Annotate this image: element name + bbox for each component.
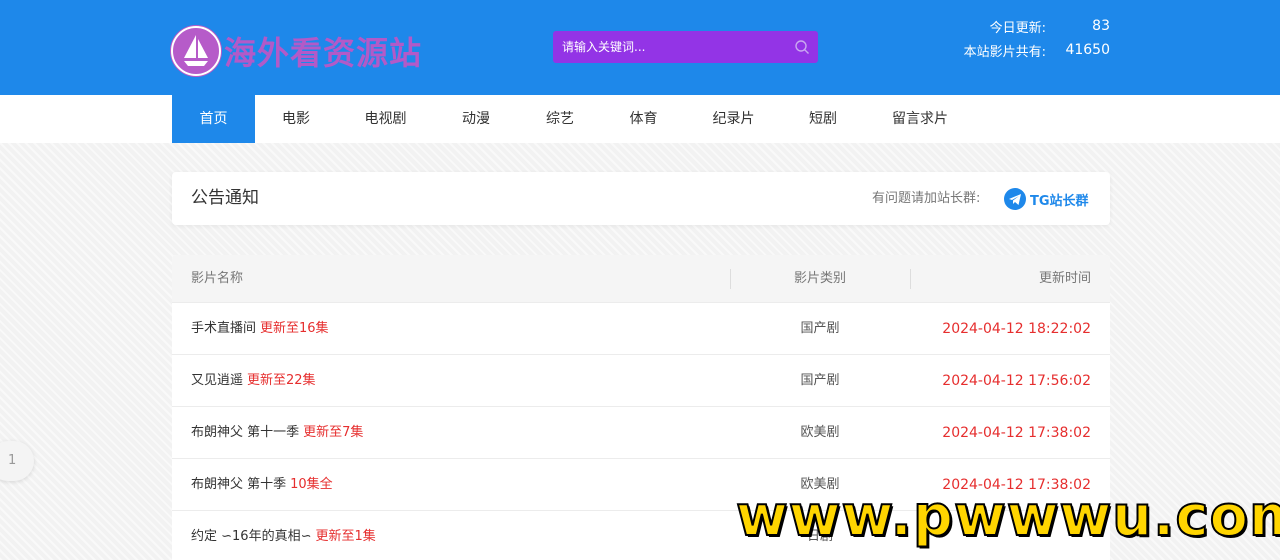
total-films-label: 本站影片共有: bbox=[963, 44, 1046, 60]
notice-hint: 有问题请加站长群: bbox=[872, 191, 981, 206]
nav-item-variety[interactable]: 综艺 bbox=[518, 95, 602, 143]
today-updates-label: 今日更新: bbox=[989, 20, 1046, 36]
nav-item-request[interactable]: 留言求片 bbox=[864, 95, 976, 143]
site-logo-text: 海外看资源站 bbox=[224, 34, 423, 72]
table-row: 布朗神父 第十一季 更新至7集 欧美剧 2024-04-12 17:38:02 bbox=[172, 407, 1110, 459]
total-films-stat: 本站影片共有: 41650 bbox=[930, 38, 1120, 62]
film-title-link[interactable]: 布朗神父 第十一季 更新至7集 bbox=[191, 407, 363, 459]
total-films-value: 41650 bbox=[1065, 42, 1110, 58]
telegram-icon bbox=[1004, 188, 1026, 210]
search-input[interactable] bbox=[553, 31, 783, 63]
tg-group-link[interactable]: TG站长群 bbox=[1004, 186, 1089, 212]
film-title-link[interactable]: 又见逍遥 更新至22集 bbox=[191, 355, 316, 407]
today-updates-stat: 今日更新: 83 bbox=[930, 14, 1120, 38]
film-update-time: 2024-04-12 17:56:02 bbox=[942, 373, 1091, 389]
watermark-text: www.pwwwu.com bbox=[735, 484, 1280, 549]
search-box bbox=[553, 31, 818, 63]
nav-item-anime[interactable]: 动漫 bbox=[434, 95, 518, 143]
main-nav: 首页 电影 电视剧 动漫 综艺 体育 纪录片 短剧 留言求片 bbox=[0, 95, 1280, 143]
column-divider bbox=[910, 269, 911, 289]
site-stats: 今日更新: 83 本站影片共有: 41650 bbox=[930, 14, 1120, 74]
film-name: 布朗神父 第十一季 bbox=[191, 425, 300, 440]
col-header-category: 影片类别 bbox=[793, 271, 846, 286]
site-header: 海外看资源站 今日更新: 83 本站影片共有: 41650 bbox=[0, 0, 1280, 95]
table-row: 又见逍遥 更新至22集 国产剧 2024-04-12 17:56:02 bbox=[172, 355, 1110, 407]
nav-item-movies[interactable]: 电影 bbox=[255, 95, 337, 143]
floating-page-indicator[interactable]: 1 bbox=[0, 441, 34, 481]
film-update-status: 更新至22集 bbox=[247, 373, 316, 388]
nav-item-home[interactable]: 首页 bbox=[172, 95, 255, 143]
film-update-status: 更新至1集 bbox=[315, 529, 376, 544]
table-header: 影片名称 影片类别 更新时间 bbox=[172, 255, 1110, 303]
film-name: 手术直播间 bbox=[191, 321, 257, 336]
film-category: 国产剧 bbox=[800, 373, 840, 388]
nav-item-short-drama[interactable]: 短剧 bbox=[782, 95, 864, 143]
film-name: 又见逍遥 bbox=[191, 373, 244, 388]
film-category: 欧美剧 bbox=[800, 425, 840, 440]
nav-item-documentary[interactable]: 纪录片 bbox=[685, 95, 782, 143]
nav-item-tv-series[interactable]: 电视剧 bbox=[337, 95, 434, 143]
site-logo[interactable]: 海外看资源站 bbox=[170, 25, 450, 77]
film-update-time: 2024-04-12 18:22:02 bbox=[942, 321, 1091, 337]
film-update-time: 2024-04-12 17:38:02 bbox=[942, 425, 1091, 441]
film-update-status: 更新至7集 bbox=[303, 425, 364, 440]
film-title-link[interactable]: 手术直播间 更新至16集 bbox=[191, 303, 329, 355]
notice-panel: 公告通知 有问题请加站长群: TG站长群 bbox=[172, 172, 1110, 225]
film-category: 国产剧 bbox=[800, 321, 840, 336]
film-title-link[interactable]: 布朗神父 第十季 10集全 bbox=[191, 459, 333, 511]
col-header-time: 更新时间 bbox=[1038, 271, 1091, 286]
nav-item-sports[interactable]: 体育 bbox=[602, 95, 685, 143]
film-name: 约定 ∽16年的真相∽ bbox=[191, 529, 312, 544]
film-update-status: 10集全 bbox=[290, 477, 333, 492]
today-updates-value: 83 bbox=[1092, 18, 1110, 34]
film-title-link[interactable]: 约定 ∽16年的真相∽ 更新至1集 bbox=[191, 511, 376, 560]
sailboat-logo-icon bbox=[170, 25, 222, 77]
search-icon[interactable] bbox=[794, 39, 810, 55]
table-row: 手术直播间 更新至16集 国产剧 2024-04-12 18:22:02 bbox=[172, 303, 1110, 355]
col-header-name: 影片名称 bbox=[191, 271, 244, 286]
film-name: 布朗神父 第十季 bbox=[191, 477, 287, 492]
film-update-status: 更新至16集 bbox=[260, 321, 329, 336]
column-divider bbox=[730, 269, 731, 289]
tg-group-label: TG站长群 bbox=[1030, 193, 1089, 209]
notice-title: 公告通知 bbox=[191, 188, 259, 208]
